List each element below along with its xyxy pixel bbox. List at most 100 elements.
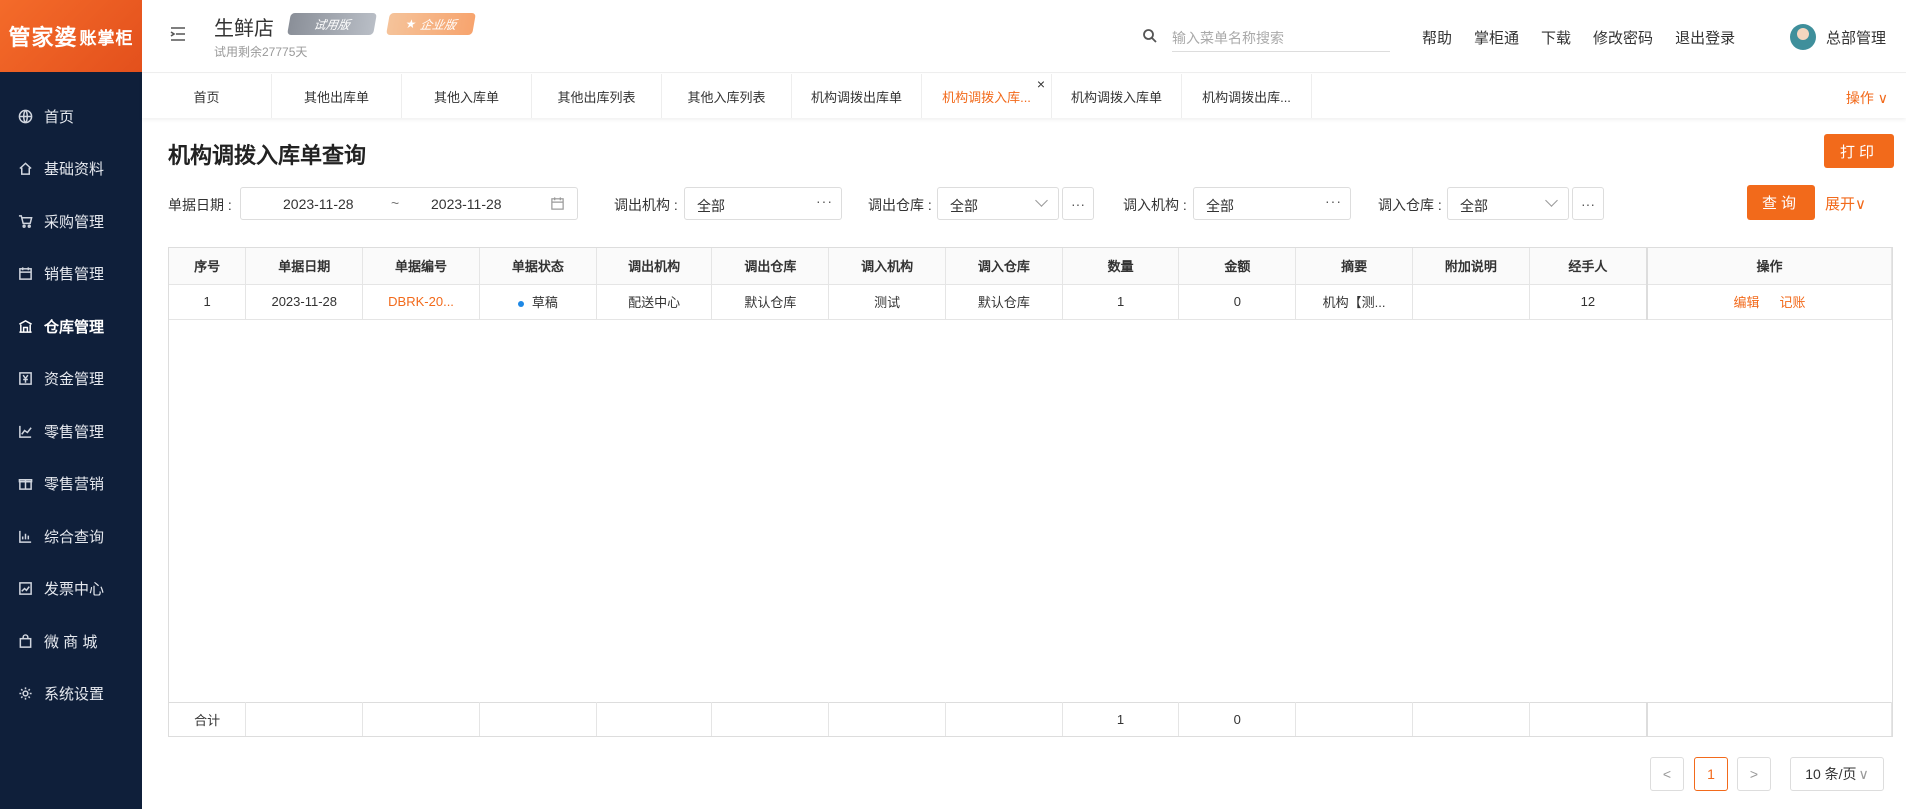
out-org-select[interactable]: 全部 ··· [684, 187, 842, 220]
yuan-icon [17, 371, 33, 387]
tab-transfer-in[interactable]: 机构调拨入库单 [1052, 74, 1182, 118]
sidebar-item-label: 零售营销 [44, 476, 105, 494]
data-table: 序号 单据日期 单据编号 单据状态 调出机构 调出仓库 调入机构 调入仓库 数量… [168, 247, 1893, 737]
sidebar-item-label: 首页 [44, 108, 75, 126]
menu-toggle-icon[interactable] [168, 24, 188, 44]
search-icon [1142, 28, 1158, 44]
col-header: 序号 [169, 248, 247, 285]
search-input[interactable] [1172, 24, 1390, 52]
sum-empty [828, 701, 946, 736]
in-wh-more-button[interactable]: ··· [1572, 187, 1604, 220]
col-header: 单据编号 [362, 248, 480, 285]
sidebar-item-retail[interactable]: 零售管理 [0, 405, 142, 458]
logo: 管家婆 账掌柜 [0, 0, 142, 72]
date-range-picker[interactable]: 2023-11-28 ~ 2023-11-28 [240, 187, 578, 220]
top-header: 生鲜店 试用版 ★企业版 试用剩余27775天 帮助 掌柜通 下载 修改密码 退… [142, 0, 1906, 73]
user-menu[interactable]: 总部管理 [1790, 24, 1886, 50]
logout-link[interactable]: 退出登录 [1675, 27, 1735, 48]
col-header: 单据状态 [479, 248, 597, 285]
sidebar-item-purchase[interactable]: 采购管理 [0, 195, 142, 248]
tab-transfer-out-query[interactable]: 机构调拨出库... [1182, 74, 1312, 118]
next-page-button[interactable]: > [1737, 757, 1771, 791]
table-row[interactable]: 1 2023-11-28 DBRK-20... 草稿 配送中心 默认仓库 测试 … [169, 284, 1892, 320]
tab-other-out[interactable]: 其他出库单 [272, 74, 402, 118]
more-icon[interactable]: ··· [1325, 193, 1342, 209]
sidebar-item-settings[interactable]: 系统设置 [0, 668, 142, 721]
sidebar-item-label: 微 商 城 [44, 633, 98, 651]
help-link[interactable]: 帮助 [1422, 27, 1452, 48]
in-wh-label: 调入仓库 : [1378, 197, 1442, 213]
bill-code-link[interactable]: DBRK-20... [388, 294, 454, 309]
prev-page-button[interactable]: < [1650, 757, 1684, 791]
tab-bar: 首页 其他出库单 其他入库单 其他出库列表 其他入库列表 机构调拨出库单 机构调… [142, 74, 1906, 118]
gift-icon [17, 476, 33, 492]
sidebar-item-basic[interactable]: 基础资料 [0, 143, 142, 196]
sum-empty [711, 701, 830, 736]
out-wh-more-button[interactable]: ··· [1062, 187, 1094, 220]
download-link[interactable]: 下载 [1541, 27, 1571, 48]
tab-transfer-out[interactable]: 机构调拨出库单 [792, 74, 922, 118]
page-size-value: 10 条/页 [1805, 766, 1857, 782]
enterprise-badge: ★ 企业版 [386, 13, 476, 35]
cell-ops: 编辑 记账 [1647, 284, 1892, 320]
post-button[interactable]: 记账 [1780, 295, 1806, 310]
trial-badge: 试用版 [287, 13, 377, 35]
invoice-icon [17, 581, 33, 597]
sidebar-item-home[interactable]: 首页 [0, 90, 142, 143]
sum-empty [1646, 701, 1892, 736]
query-button[interactable]: 查询 [1747, 185, 1815, 220]
col-header: 调入机构 [828, 248, 946, 285]
in-wh-select[interactable]: 全部 [1447, 187, 1569, 220]
sidebar-item-invoice[interactable]: 发票中心 [0, 563, 142, 616]
tab-other-in-list[interactable]: 其他入库列表 [662, 74, 792, 118]
globe-icon [17, 108, 33, 124]
change-password-link[interactable]: 修改密码 [1593, 27, 1653, 48]
sidebar-item-finance[interactable]: 资金管理 [0, 353, 142, 406]
user-name: 总部管理 [1826, 29, 1887, 47]
sidebar-item-label: 零售管理 [44, 423, 105, 441]
in-org-label: 调入机构 : [1123, 197, 1187, 213]
close-icon[interactable]: × [1037, 76, 1045, 92]
in-org-select[interactable]: 全部 ··· [1193, 187, 1351, 220]
summary-row: 合计 1 0 [169, 701, 1892, 736]
col-header: 附加说明 [1412, 248, 1530, 285]
tab-home[interactable]: 首页 [142, 74, 272, 118]
page-size-select[interactable]: 10 条/页 ∨ [1790, 757, 1884, 791]
print-button[interactable]: 打印 [1824, 134, 1894, 168]
out-org-value: 全部 [697, 198, 725, 214]
date-to: 2023-11-28 [431, 196, 502, 212]
page-1-button[interactable]: 1 [1694, 757, 1728, 791]
tab-label: 其他出库列表 [557, 89, 636, 105]
tab-other-out-list[interactable]: 其他出库列表 [532, 74, 662, 118]
cell-status: 草稿 [479, 284, 597, 320]
chart-icon [17, 423, 33, 439]
enterprise-badge-label: 企业版 [419, 17, 458, 32]
home-icon [17, 161, 33, 177]
cart-icon [17, 213, 33, 229]
zhanggui-link[interactable]: 掌柜通 [1474, 27, 1519, 48]
store-name: 生鲜店 [214, 18, 274, 40]
logo-main: 管家婆 [8, 25, 78, 50]
sidebar-item-mall[interactable]: 微 商 城 [0, 615, 142, 668]
sum-empty [596, 701, 713, 736]
star-icon: ★ [404, 17, 418, 31]
sidebar-item-warehouse[interactable]: 仓库管理 [0, 300, 142, 353]
avatar [1790, 24, 1816, 50]
sidebar-item-query[interactable]: 综合查询 [0, 510, 142, 563]
in-wh-value: 全部 [1460, 198, 1488, 214]
trial-remaining: 试用剩余27775天 [214, 45, 308, 59]
edit-button[interactable]: 编辑 [1733, 295, 1759, 310]
out-wh-select[interactable]: 全部 [937, 187, 1059, 220]
calendar-icon [550, 196, 565, 214]
col-header: 金额 [1178, 248, 1297, 285]
sidebar-item-marketing[interactable]: 零售营销 [0, 458, 142, 511]
more-icon[interactable]: ··· [816, 193, 833, 209]
tab-other-in[interactable]: 其他入库单 [402, 74, 532, 118]
tabs-operations[interactable]: 操作 ∨ [1846, 88, 1888, 108]
tab-transfer-in-query[interactable]: 机构调拨入库... × [922, 74, 1052, 118]
sidebar-item-sales[interactable]: 销售管理 [0, 248, 142, 301]
expand-toggle[interactable]: 展开∨ [1825, 193, 1866, 214]
in-org-value: 全部 [1206, 198, 1234, 214]
sidebar-item-label: 基础资料 [44, 161, 105, 179]
sum-empty [1295, 701, 1413, 736]
